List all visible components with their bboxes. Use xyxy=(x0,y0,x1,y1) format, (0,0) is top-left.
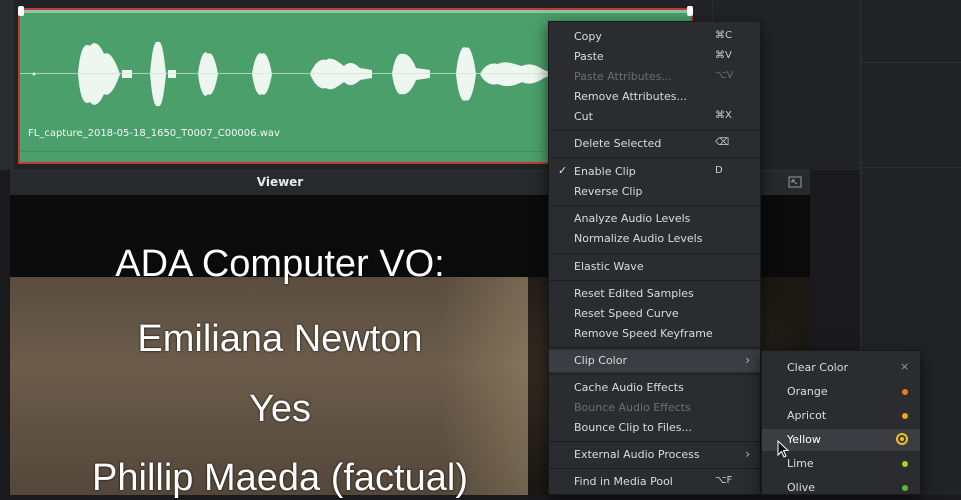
menu-item-remove-attributes[interactable]: Remove Attributes... xyxy=(549,87,760,107)
chevron-right-icon: › xyxy=(745,447,750,461)
menu-separator xyxy=(549,441,760,442)
menu-item-label: Bounce Clip to Files... xyxy=(574,421,692,434)
menu-item-label: Delete Selected xyxy=(574,137,662,150)
track-header-strip xyxy=(0,0,14,170)
menu-item-reverse-clip[interactable]: Reverse Clip xyxy=(549,182,760,202)
menu-item-label: Reset Speed Curve xyxy=(574,307,679,320)
color-swatch-dot xyxy=(902,413,908,419)
color-option-label: Clear Color xyxy=(787,361,848,374)
menu-item-label: Normalize Audio Levels xyxy=(574,232,703,245)
menu-item-shortcut: ⌘X xyxy=(715,110,732,121)
menu-item-label: Cache Audio Effects xyxy=(574,381,684,394)
menu-item-label: Remove Speed Keyframe xyxy=(574,327,713,340)
menu-item-label: Cut xyxy=(574,110,593,123)
checkmark-icon: ✓ xyxy=(558,164,568,177)
menu-item-normalize-audio-levels[interactable]: Normalize Audio Levels xyxy=(549,229,760,249)
chevron-right-icon: › xyxy=(745,353,750,367)
menu-item-shortcut: ⌘C xyxy=(715,30,732,41)
subtitle-line-2: Emiliana Newton xyxy=(137,318,423,360)
menu-item-find-in-media-pool[interactable]: Find in Media Pool ⌥F xyxy=(549,472,760,492)
menu-item-bounce-clip-to-files[interactable]: Bounce Clip to Files... xyxy=(549,418,760,438)
menu-separator xyxy=(549,468,760,469)
color-swatch-dot xyxy=(902,485,908,491)
panel-cell xyxy=(861,62,961,168)
context-menu: Copy ⌘C Paste ⌘V Paste Attributes... ⌥V … xyxy=(548,21,761,495)
color-option-apricot[interactable]: Apricot xyxy=(762,405,920,427)
menu-item-shortcut: ⌫ xyxy=(715,137,730,148)
menu-item-bounce-audio-effects[interactable]: Bounce Audio Effects xyxy=(549,398,760,418)
color-option-label: Yellow xyxy=(787,433,821,446)
clip-filename: FL_capture_2018-05-18_1650_T0007_C00006.… xyxy=(28,128,280,139)
color-option-label: Apricot xyxy=(787,409,827,422)
menu-item-label: Clip Color xyxy=(574,354,627,367)
menu-item-label: Find in Media Pool xyxy=(574,475,673,488)
selected-color-ring-icon xyxy=(896,433,908,445)
menu-item-shortcut: D xyxy=(715,165,723,176)
close-icon: × xyxy=(900,360,910,373)
menu-item-label: Elastic Wave xyxy=(574,260,644,273)
menu-item-shortcut: ⌘V xyxy=(715,50,732,61)
color-option-label: Orange xyxy=(787,385,828,398)
subtitle-line-3: Yes xyxy=(249,388,311,430)
menu-item-label: External Audio Process xyxy=(574,448,700,461)
menu-item-shortcut: ⌥V xyxy=(715,70,734,81)
menu-separator xyxy=(549,253,760,254)
menu-item-cut[interactable]: Cut ⌘X xyxy=(549,107,760,127)
expand-icon[interactable] xyxy=(788,176,802,188)
menu-item-analyze-audio-levels[interactable]: Analyze Audio Levels xyxy=(549,209,760,229)
menu-item-delete-selected[interactable]: Delete Selected ⌫ xyxy=(549,134,760,154)
menu-item-remove-speed-keyframe[interactable]: Remove Speed Keyframe xyxy=(549,324,760,344)
menu-item-label: Paste xyxy=(574,50,604,63)
menu-item-paste-attributes[interactable]: Paste Attributes... ⌥V xyxy=(549,67,760,87)
menu-separator xyxy=(549,205,760,206)
menu-separator xyxy=(549,374,760,375)
menu-item-label: Paste Attributes... xyxy=(574,70,672,83)
viewer-title: Viewer xyxy=(256,175,304,189)
color-option-label: Lime xyxy=(787,457,814,470)
menu-item-paste[interactable]: Paste ⌘V xyxy=(549,47,760,67)
color-option-label: Olive xyxy=(787,481,816,494)
menu-separator xyxy=(549,280,760,281)
menu-separator xyxy=(549,347,760,348)
menu-item-label: Remove Attributes... xyxy=(574,90,687,103)
menu-item-enable-clip[interactable]: ✓ Enable Clip D xyxy=(549,162,760,182)
menu-item-label: Enable Clip xyxy=(574,165,636,178)
panel-cell xyxy=(861,0,961,63)
color-option-clear[interactable]: Clear Color × xyxy=(762,357,920,379)
subtitle-line-1: ADA Computer VO: xyxy=(115,243,445,285)
menu-item-reset-speed-curve[interactable]: Reset Speed Curve xyxy=(549,304,760,324)
color-swatch-dot xyxy=(902,461,908,467)
menu-item-shortcut: ⌥F xyxy=(715,475,733,486)
menu-item-elastic-wave[interactable]: Elastic Wave xyxy=(549,257,760,277)
menu-item-copy[interactable]: Copy ⌘C xyxy=(549,27,760,47)
clip-color-submenu: Clear Color × Orange Apricot Yellow Lime… xyxy=(761,350,921,495)
menu-separator xyxy=(549,130,760,131)
menu-item-reset-edited-samples[interactable]: Reset Edited Samples xyxy=(549,284,760,304)
color-option-orange[interactable]: Orange xyxy=(762,381,920,403)
menu-item-external-audio-process[interactable]: External Audio Process › xyxy=(549,445,760,465)
menu-item-label: Reset Edited Samples xyxy=(574,287,694,300)
menu-item-label: Bounce Audio Effects xyxy=(574,401,691,414)
menu-item-label: Copy xyxy=(574,30,602,43)
color-swatch-dot xyxy=(902,389,908,395)
menu-separator xyxy=(549,157,760,158)
menu-item-clip-color[interactable]: Clip Color › xyxy=(549,350,760,372)
subtitle-line-4: Phillip Maeda (factual) xyxy=(92,457,468,499)
menu-item-cache-audio-effects[interactable]: Cache Audio Effects xyxy=(549,378,760,398)
menu-item-label: Analyze Audio Levels xyxy=(574,212,691,225)
menu-item-label: Reverse Clip xyxy=(574,185,643,198)
color-option-olive[interactable]: Olive xyxy=(762,477,920,499)
mouse-pointer-icon xyxy=(777,440,790,458)
